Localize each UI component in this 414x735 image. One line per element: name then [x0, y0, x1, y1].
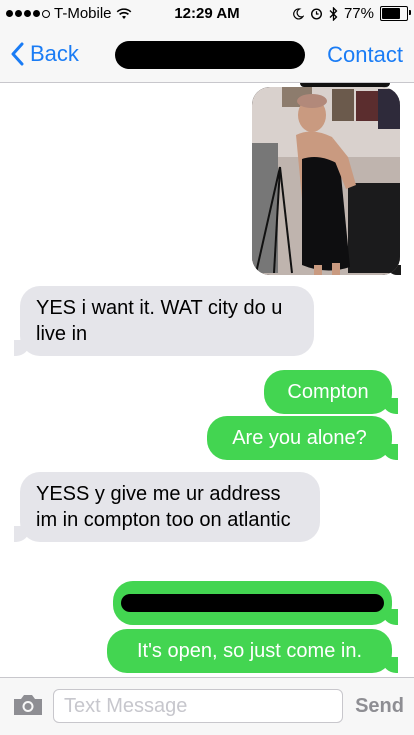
alarm-icon	[310, 8, 322, 20]
outgoing-message[interactable]: Are you alone?	[207, 416, 398, 460]
input-bar: Send	[0, 677, 414, 735]
contact-button[interactable]: Contact	[327, 42, 403, 68]
contact-name-redacted	[115, 41, 305, 69]
redaction-bar	[121, 594, 384, 612]
bluetooth-icon	[329, 6, 338, 21]
camera-icon	[14, 695, 42, 715]
message-text-field[interactable]	[53, 689, 343, 723]
back-label: Back	[30, 41, 79, 66]
status-bar: T-Mobile 12:29 AM 77%	[0, 0, 414, 28]
status-right: 77%	[292, 5, 411, 22]
chevron-left-icon	[11, 42, 24, 66]
moon-icon	[293, 7, 304, 20]
battery-level	[382, 8, 401, 19]
back-button[interactable]: Back	[10, 38, 79, 70]
send-button[interactable]: Send	[355, 695, 404, 718]
photo-attachment-image	[252, 87, 400, 275]
outgoing-message[interactable]: Compton	[264, 370, 398, 414]
incoming-message[interactable]: YES i want it. WAT city do u live in	[14, 286, 314, 356]
outgoing-message-redacted[interactable]	[113, 581, 398, 625]
battery-icon	[380, 6, 411, 21]
camera-button[interactable]	[12, 693, 42, 717]
nav-bar: Back Contact	[0, 28, 414, 83]
message-thread[interactable]: YES i want it. WAT city do u live in Com…	[0, 83, 414, 676]
outgoing-message[interactable]: It's open, so just come in.	[107, 629, 398, 673]
battery-percent: 77%	[343, 5, 374, 22]
photo-message[interactable]	[252, 87, 400, 275]
incoming-message[interactable]: YESS y give me ur address im in compton …	[14, 472, 320, 542]
